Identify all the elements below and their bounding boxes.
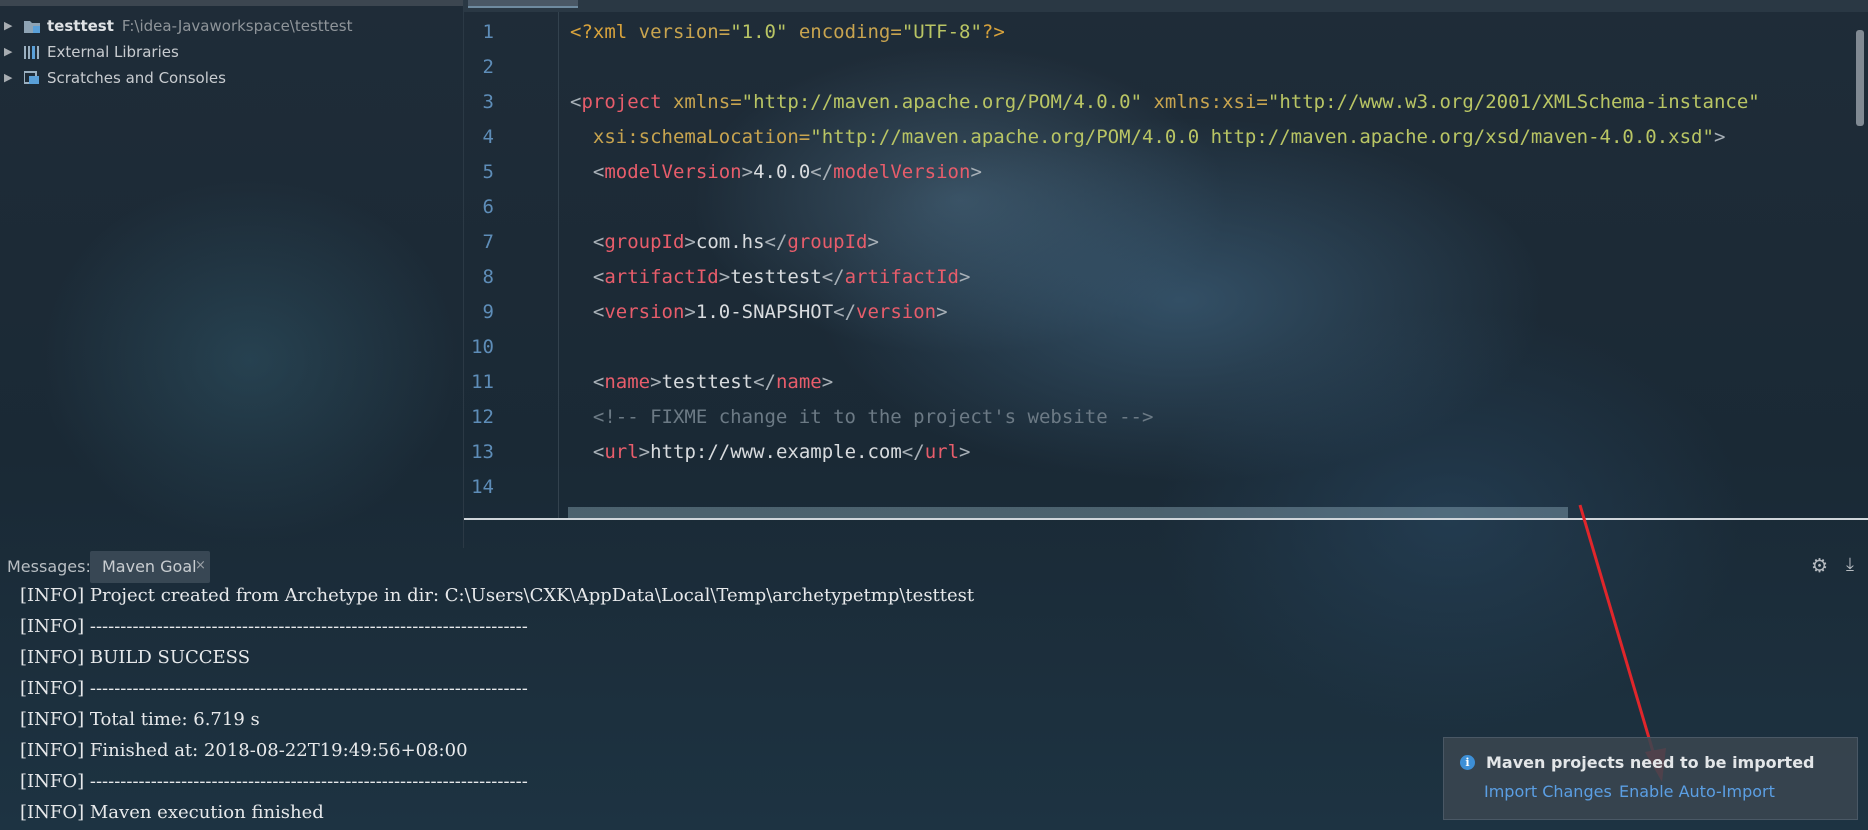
maven-import-notification: i Maven projects need to be imported Imp… <box>1443 737 1858 820</box>
line-number: 8 <box>482 266 494 288</box>
line-number: 11 <box>471 371 494 393</box>
line-number: 6 <box>482 196 494 218</box>
line-number: 7 <box>482 231 494 253</box>
messages-header: Messages: Maven Goal × ⚙ ⤓ <box>0 550 1868 583</box>
console-line: [INFO] ---------------------------------… <box>20 771 528 792</box>
code-line[interactable]: <version>1.0-SNAPSHOT</version> <box>570 295 948 330</box>
expand-arrow-icon[interactable]: ▶ <box>4 65 14 91</box>
code-line[interactable]: <artifactId>testtest</artifactId> <box>570 260 971 295</box>
code-line[interactable]: <project xmlns="http://maven.apache.org/… <box>570 85 1760 120</box>
expand-arrow-icon[interactable]: ▶ <box>4 13 14 39</box>
tree-item-scratches[interactable]: ▶ Scratches and Consoles <box>0 65 460 91</box>
libraries-icon <box>24 46 39 59</box>
close-icon[interactable]: × <box>195 558 206 573</box>
console-line: [INFO] Maven execution finished <box>20 802 324 823</box>
console-line: [INFO] Finished at: 2018-08-22T19:49:56+… <box>20 740 468 761</box>
import-changes-link[interactable]: Import Changes <box>1484 782 1612 801</box>
project-panel-header <box>0 0 463 6</box>
messages-title: Messages: <box>7 557 91 576</box>
editor-scrollbar[interactable] <box>1856 30 1864 126</box>
gear-icon[interactable]: ⚙ <box>1811 555 1828 577</box>
tree-item-external-libraries[interactable]: ▶ External Libraries <box>0 39 460 65</box>
line-number: 9 <box>482 301 494 323</box>
download-icon[interactable]: ⤓ <box>1846 554 1854 575</box>
editor-tab-strip <box>464 0 1868 12</box>
tree-item-path: F:\idea-Javaworkspace\testtest <box>121 17 353 35</box>
line-number: 1 <box>482 21 494 43</box>
line-number: 10 <box>471 336 494 358</box>
line-number: 3 <box>482 91 494 113</box>
code-line[interactable]: <url>http://www.example.com</url> <box>570 435 971 470</box>
code-line[interactable]: <modelVersion>4.0.0</modelVersion> <box>570 155 982 190</box>
enable-auto-import-link[interactable]: Enable Auto-Import <box>1619 782 1775 801</box>
project-tool-window: ▶ testtest F:\idea-Javaworkspace\testtest… <box>0 0 464 548</box>
console-line: [INFO] ---------------------------------… <box>20 616 528 637</box>
line-number: 5 <box>482 161 494 183</box>
highlight-strip <box>568 507 1568 518</box>
editor-divider <box>464 518 1868 520</box>
line-number: 4 <box>482 126 494 148</box>
line-number: 2 <box>482 56 494 78</box>
tab-maven-goal[interactable]: Maven Goal × <box>90 551 210 583</box>
code-line[interactable]: <?xml version="1.0" encoding="UTF-8"?> <box>570 15 1005 50</box>
scratches-icon <box>24 71 39 84</box>
line-number: 13 <box>471 441 494 463</box>
tree-item-label: testtest <box>47 17 114 35</box>
code-line[interactable]: <name>testtest</name> <box>570 365 833 400</box>
console-line: [INFO] Total time: 6.719 s <box>20 709 260 730</box>
console-line: [INFO] Project created from Archetype in… <box>20 585 975 606</box>
tab-label: Maven Goal <box>102 557 197 576</box>
code-line[interactable]: <groupId>com.hs</groupId> <box>570 225 879 260</box>
console-line: [INFO] ---------------------------------… <box>20 678 528 699</box>
tree-item-label: Scratches and Consoles <box>47 69 226 87</box>
editor-tab-testtest[interactable] <box>468 0 578 8</box>
console-line: [INFO] BUILD SUCCESS <box>20 647 251 668</box>
info-icon: i <box>1460 755 1475 770</box>
line-number: 12 <box>471 406 494 428</box>
code-line[interactable]: xsi:schemaLocation="http://maven.apache.… <box>570 120 1726 155</box>
line-number: 14 <box>471 476 494 498</box>
code-line[interactable]: <!-- FIXME change it to the project's we… <box>570 400 1154 435</box>
tree-item-testtest[interactable]: ▶ testtest F:\idea-Javaworkspace\testtest <box>0 13 460 39</box>
tree-item-label: External Libraries <box>47 43 179 61</box>
notification-title: Maven projects need to be imported <box>1486 753 1815 772</box>
expand-arrow-icon[interactable]: ▶ <box>4 39 14 65</box>
folder-icon <box>24 21 40 33</box>
code-editor[interactable]: 1 2 3 4 5 6 7 8 9 10 11 12 13 14 <?xml version="1.0" … <box>464 0 1868 520</box>
